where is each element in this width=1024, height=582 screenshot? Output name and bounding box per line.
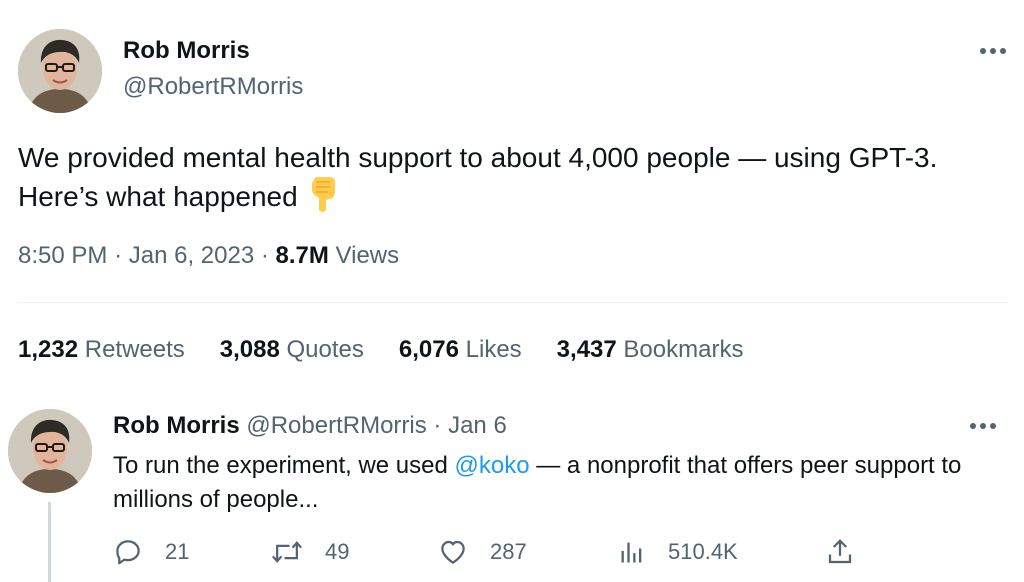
reply-header: Rob Morris @RobertRMorris · Jan 6 — [113, 412, 507, 440]
reply-button[interactable]: 21 — [113, 537, 189, 567]
tweet-text-content: We provided mental health support to abo… — [18, 142, 938, 212]
retweet-icon — [272, 541, 302, 563]
retweets-label: Retweets — [84, 336, 185, 363]
meta-separator: · — [114, 242, 123, 269]
reply-author-avatar[interactable] — [8, 409, 92, 493]
mention-link[interactable]: @koko — [455, 452, 530, 479]
quotes-count: 3,088 — [219, 336, 280, 363]
like-button[interactable]: 287 — [438, 537, 527, 567]
thread-connector — [48, 502, 51, 582]
more-icon — [970, 423, 996, 429]
share-icon — [828, 539, 852, 564]
like-icon — [441, 540, 465, 564]
bookmarks-stat[interactable]: 3,437 Bookmarks — [557, 336, 744, 364]
more-options-button[interactable] — [973, 39, 1013, 63]
author-name[interactable]: Rob Morris — [123, 37, 250, 65]
more-icon — [980, 48, 1006, 54]
retweets-stat[interactable]: 1,232 Retweets — [18, 336, 185, 364]
reply-count: 21 — [165, 539, 190, 564]
author-avatar[interactable] — [18, 29, 102, 113]
author-handle[interactable]: @RobertRMorris — [123, 73, 303, 101]
tweet-time[interactable]: 8:50 PM — [18, 242, 107, 269]
pointing-down-emoji-icon — [308, 176, 338, 221]
views-icon — [621, 542, 642, 563]
quotes-label: Quotes — [286, 336, 364, 363]
retweets-count: 1,232 — [18, 336, 79, 363]
reply-more-options-button[interactable] — [963, 414, 1003, 438]
likes-label: Likes — [465, 336, 522, 363]
reply-icon — [116, 540, 140, 565]
bookmarks-count: 3,437 — [556, 336, 617, 363]
views-count-reply: 510.4K — [668, 539, 738, 564]
reply-date[interactable]: Jan 6 — [448, 412, 507, 439]
reply-actions-bar: 21 49 287 510.4K — [113, 537, 873, 573]
reply-author-handle[interactable]: @RobertRMorris — [246, 412, 426, 439]
reply-separator: · — [433, 412, 442, 439]
divider — [18, 302, 1008, 303]
bookmarks-label: Bookmarks — [623, 336, 744, 363]
engagement-stats: 1,232 Retweets 3,088 Quotes 6,076 Likes … — [18, 336, 743, 364]
retweet-button[interactable]: 49 — [271, 537, 349, 567]
views-label: Views — [335, 242, 400, 269]
tweet-text: We provided mental health support to abo… — [18, 140, 1008, 221]
likes-stat[interactable]: 6,076 Likes — [399, 336, 522, 364]
reply-author-name[interactable]: Rob Morris — [113, 412, 240, 439]
tweet-date[interactable]: Jan 6, 2023 — [129, 242, 254, 269]
meta-separator: · — [260, 242, 269, 269]
tweet-meta: 8:50 PM · Jan 6, 2023 · 8.7M Views — [18, 242, 399, 270]
likes-count: 6,076 — [398, 336, 459, 363]
reply-text-before: To run the experiment, we used — [113, 452, 455, 479]
quotes-stat[interactable]: 3,088 Quotes — [220, 336, 364, 364]
like-count: 287 — [490, 539, 527, 564]
reply-text: To run the experiment, we used @koko — a… — [113, 449, 973, 517]
views-button[interactable]: 510.4K — [618, 537, 738, 567]
views-count: 8.7M — [275, 242, 329, 269]
share-button[interactable] — [825, 537, 877, 567]
retweet-count: 49 — [325, 539, 350, 564]
